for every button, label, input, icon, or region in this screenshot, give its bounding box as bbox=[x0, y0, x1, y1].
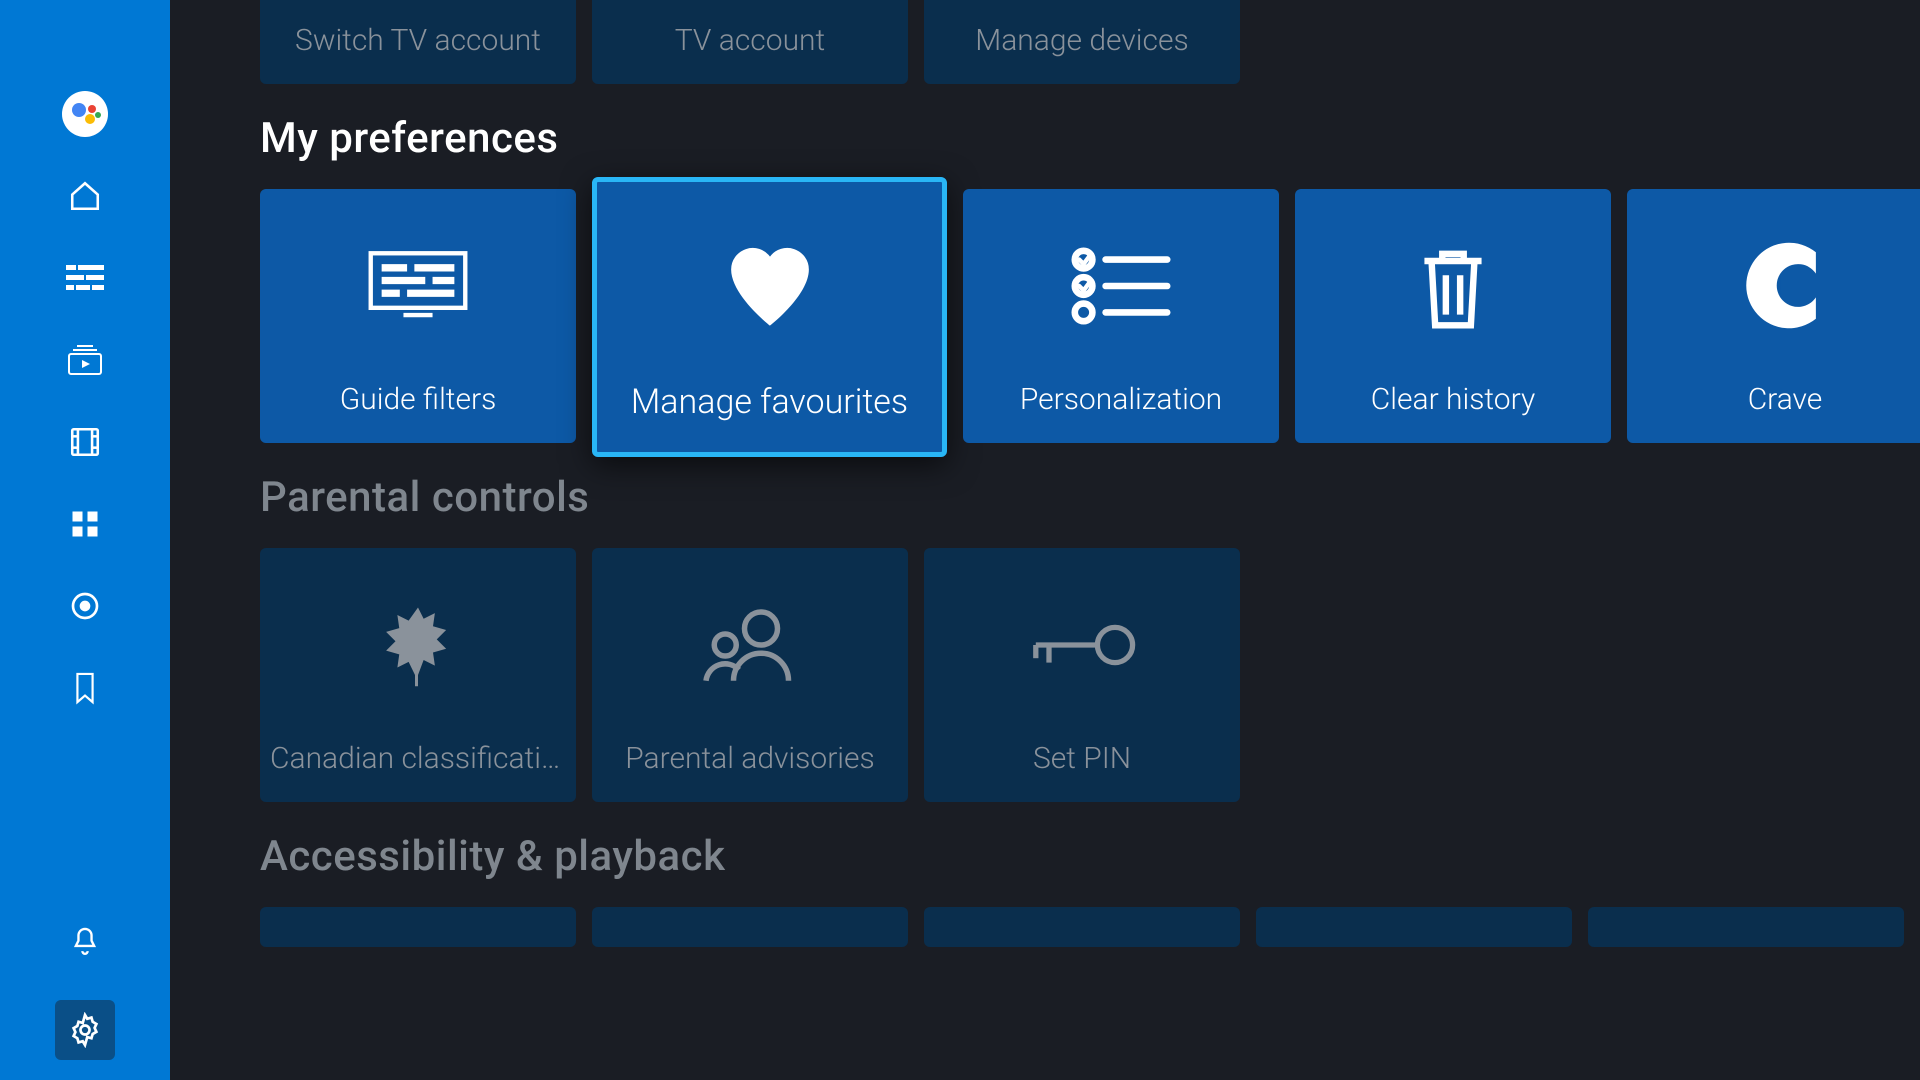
account-icon bbox=[592, 0, 908, 23]
checklist-icon bbox=[963, 189, 1279, 382]
section-title-parental: Parental controls bbox=[260, 473, 1920, 522]
sidebar-settings[interactable] bbox=[55, 1000, 115, 1060]
people-icon bbox=[592, 548, 908, 741]
tile-guide-filters[interactable]: Guide filters bbox=[260, 189, 576, 443]
tile-parental-advisories[interactable]: Parental advisories bbox=[592, 548, 908, 802]
sidebar-notifications[interactable] bbox=[61, 918, 109, 966]
sidebar-bookmark[interactable] bbox=[61, 664, 109, 712]
tile-manage-favourites[interactable]: Manage favourites bbox=[592, 177, 947, 457]
tile-accessibility-2[interactable] bbox=[592, 907, 908, 947]
tile-canadian-classification[interactable]: Canadian classificatio.. bbox=[260, 548, 576, 802]
sidebar-apps[interactable] bbox=[61, 500, 109, 548]
tile-label: Personalization bbox=[963, 382, 1279, 443]
tile-crave[interactable]: Crave bbox=[1627, 189, 1920, 443]
sidebar-record[interactable] bbox=[61, 582, 109, 630]
parental-row: Canadian classificatio.. Parental adviso… bbox=[260, 548, 1920, 802]
bookmark-icon bbox=[72, 671, 98, 705]
tile-label: Manage devices bbox=[924, 23, 1240, 84]
section-title-accessibility: Accessibility & playback bbox=[260, 832, 1920, 881]
film-icon bbox=[68, 425, 102, 459]
apps-icon bbox=[70, 509, 100, 539]
devices-icon bbox=[924, 0, 1240, 23]
section-title-preferences: My preferences bbox=[260, 114, 1920, 163]
tile-label: Guide filters bbox=[260, 382, 576, 443]
tile-accessibility-4[interactable] bbox=[1256, 907, 1572, 947]
sidebar-ondemand[interactable] bbox=[61, 336, 109, 384]
main-content: Switch TV account TV account Manage devi… bbox=[170, 0, 1920, 1080]
trash-icon bbox=[1295, 189, 1611, 382]
guide-filters-icon bbox=[260, 189, 576, 382]
crave-icon bbox=[1627, 189, 1920, 382]
sidebar-home[interactable] bbox=[61, 172, 109, 220]
tile-label: Clear history bbox=[1295, 382, 1611, 443]
preferences-row: Guide filters Manage favourites Personal… bbox=[260, 189, 1920, 443]
bell-icon bbox=[69, 925, 101, 959]
tile-label: Canadian classificatio.. bbox=[260, 741, 576, 802]
tile-label: Crave bbox=[1627, 382, 1920, 443]
sidebar-movies[interactable] bbox=[61, 418, 109, 466]
account-row: Switch TV account TV account Manage devi… bbox=[260, 0, 1920, 84]
tile-personalization[interactable]: Personalization bbox=[963, 189, 1279, 443]
tile-label: Manage favourites bbox=[597, 382, 942, 452]
assistant-icon bbox=[62, 91, 108, 137]
tile-label: TV account bbox=[592, 23, 908, 84]
ondemand-icon bbox=[67, 344, 103, 376]
tile-tv-account[interactable]: TV account bbox=[592, 0, 908, 84]
sidebar bbox=[0, 0, 170, 1080]
sidebar-assistant[interactable] bbox=[61, 90, 109, 138]
tile-label: Parental advisories bbox=[592, 741, 908, 802]
gear-icon bbox=[67, 1012, 103, 1048]
tile-switch-tv-account[interactable]: Switch TV account bbox=[260, 0, 576, 84]
tile-accessibility-1[interactable] bbox=[260, 907, 576, 947]
home-icon bbox=[68, 179, 102, 213]
record-icon bbox=[69, 590, 101, 622]
tile-set-pin[interactable]: Set PIN bbox=[924, 548, 1240, 802]
tile-label: Set PIN bbox=[924, 741, 1240, 802]
heart-icon bbox=[597, 182, 942, 382]
tile-accessibility-5[interactable] bbox=[1588, 907, 1904, 947]
accessibility-row bbox=[260, 907, 1920, 947]
tile-label: Switch TV account bbox=[260, 23, 576, 84]
tile-accessibility-3[interactable] bbox=[924, 907, 1240, 947]
tile-manage-devices[interactable]: Manage devices bbox=[924, 0, 1240, 84]
key-icon bbox=[924, 548, 1240, 741]
maple-leaf-icon bbox=[260, 548, 576, 741]
tile-clear-history[interactable]: Clear history bbox=[1295, 189, 1611, 443]
sidebar-guide[interactable] bbox=[61, 254, 109, 302]
guide-icon bbox=[66, 263, 104, 293]
switch-icon bbox=[260, 0, 576, 23]
